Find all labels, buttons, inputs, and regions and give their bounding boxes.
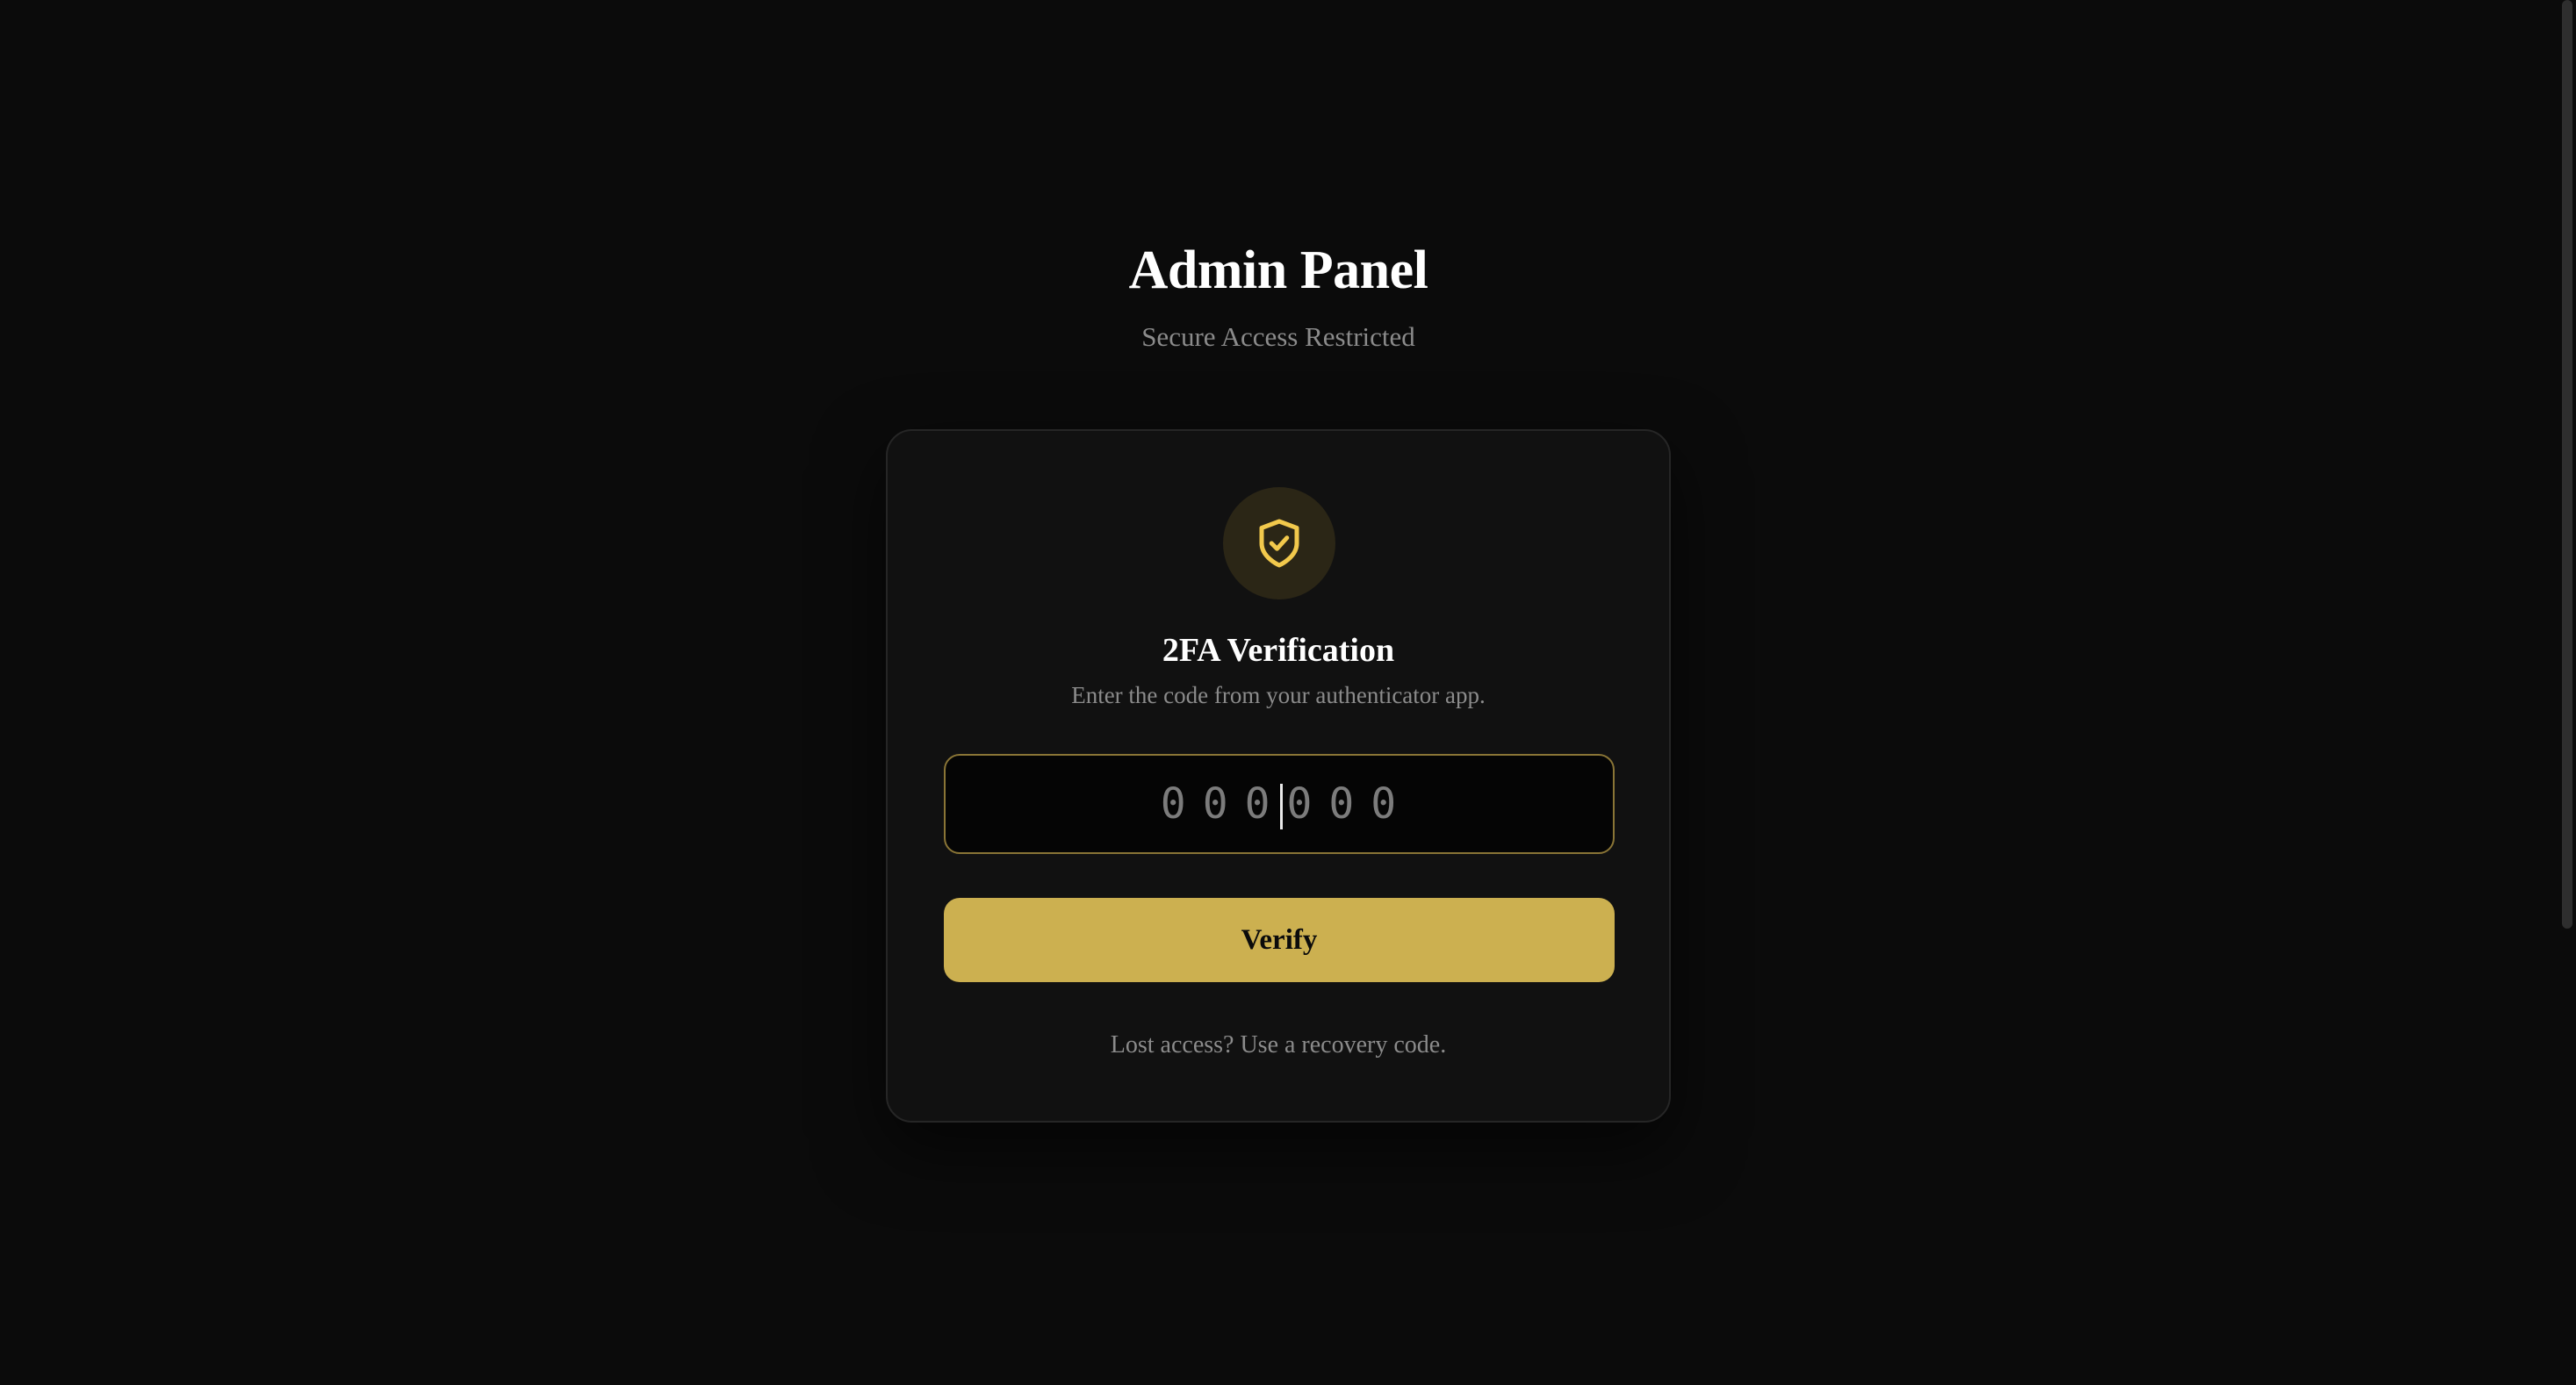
scrollbar[interactable]: [2557, 0, 2576, 1385]
page-title: Admin Panel: [1128, 240, 1428, 300]
page: Admin Panel Secure Access Restricted 2FA…: [0, 0, 2576, 1385]
recovery-code-link[interactable]: Lost access? Use a recovery code.: [888, 1028, 1669, 1063]
page-subtitle: Secure Access Restricted: [1141, 321, 1415, 352]
shield-check-icon: [1259, 519, 1299, 568]
verification-card: 2FA Verification Enter the code from you…: [886, 429, 1671, 1123]
text-caret: [1280, 784, 1283, 829]
card-title: 2FA Verification: [1162, 632, 1395, 669]
card-description: Enter the code from your authenticator a…: [1071, 682, 1486, 708]
code-input-container: [944, 754, 1615, 854]
shield-icon-badge: [1223, 487, 1335, 599]
code-input[interactable]: [946, 756, 1613, 852]
scrollbar-thumb[interactable]: [2562, 0, 2572, 929]
verify-button[interactable]: Verify: [944, 898, 1615, 982]
